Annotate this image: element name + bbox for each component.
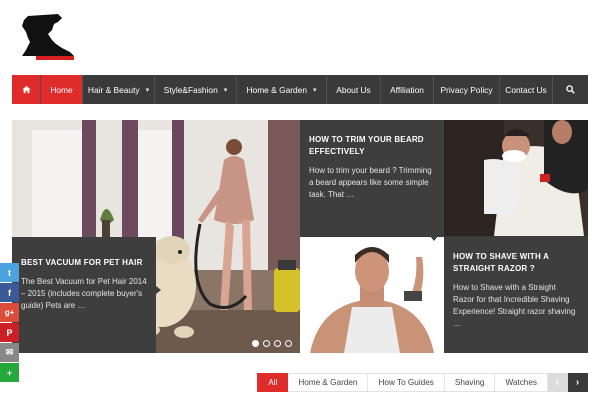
post-card-best-vacuum[interactable]: BEST VACUUM FOR PET HAIR The Best Vacuum…	[12, 237, 156, 353]
post-excerpt: The Best Vacuum for Pet Hair 2014 – 2015…	[21, 277, 147, 310]
filter-tab-home-garden[interactable]: Home & Garden	[288, 373, 369, 392]
email-share-button[interactable]: ✉	[0, 343, 19, 362]
filter-tab-how-to-guides[interactable]: How To Guides	[368, 373, 445, 392]
nav-item-home-garden[interactable]: Home & Garden ▾	[237, 75, 327, 104]
slider-dot[interactable]	[263, 340, 270, 347]
trimmer-post-image[interactable]	[300, 237, 444, 353]
search-button[interactable]	[553, 75, 588, 104]
social-share-bar: t f g+ P ✉ +	[0, 263, 19, 383]
nav-item-about-us[interactable]: About Us	[327, 75, 381, 104]
nav-item-hair-beauty[interactable]: Hair & Beauty ▾	[83, 75, 155, 104]
featured-slider: HOW TO TRIM YOUR BEARD EFFECTIVELY How t…	[12, 120, 588, 353]
nav-item-label: About Us	[336, 84, 371, 95]
nav-item-label: Contact Us	[505, 84, 547, 95]
filter-tab-all[interactable]: All	[257, 373, 289, 392]
nav-item-label: Home	[50, 84, 73, 95]
chevron-left-icon: ‹	[555, 377, 560, 388]
email-icon: ✉	[5, 347, 14, 357]
category-filter-tabs: All Home & Garden How To Guides Shaving …	[257, 373, 588, 392]
post-excerpt: How to trim your beard ? Trimming a bear…	[309, 166, 432, 199]
chevron-down-icon: ▾	[145, 86, 150, 94]
twitter-share-button[interactable]: t	[0, 263, 19, 282]
main-navigation: Home Hair & Beauty ▾ Style&Fashion ▾ Home …	[12, 75, 588, 104]
nav-item-contact-us[interactable]: Contact Us	[500, 75, 553, 104]
post-title[interactable]: HOW TO SHAVE WITH A STRAIGHT RAZOR ?	[453, 251, 579, 275]
facebook-share-button[interactable]: f	[0, 283, 19, 302]
googleplus-share-button[interactable]: g+	[0, 303, 19, 322]
twitter-icon: t	[8, 267, 11, 278]
chevron-down-icon: ▾	[313, 86, 317, 94]
house-icon	[21, 85, 31, 94]
post-card-trim-beard[interactable]: HOW TO TRIM YOUR BEARD EFFECTIVELY How t…	[300, 120, 444, 236]
pinterest-icon: P	[6, 327, 13, 338]
next-page-button[interactable]: ›	[568, 373, 588, 392]
chevron-right-icon: ›	[575, 377, 580, 388]
nav-item-privacy-policy[interactable]: Privacy Policy	[434, 75, 500, 104]
card-pointer	[430, 236, 438, 241]
nav-item-label: Affiliation	[390, 84, 424, 95]
site-logo[interactable]	[18, 12, 80, 64]
nav-item-home[interactable]: Home	[41, 75, 83, 104]
search-icon	[566, 85, 575, 94]
facebook-icon: f	[8, 287, 11, 298]
chevron-down-icon: ▾	[223, 86, 228, 94]
filter-tab-watches[interactable]: Watches	[495, 373, 548, 392]
barber-post-image[interactable]	[444, 120, 588, 236]
more-icon: +	[6, 367, 13, 378]
slider-dot[interactable]	[252, 340, 259, 347]
nav-item-label: Style&Fashion	[163, 84, 218, 95]
slider-pagination	[252, 340, 292, 347]
post-excerpt: How to Shave with a Straight Razor for t…	[453, 283, 576, 328]
post-title[interactable]: HOW TO TRIM YOUR BEARD EFFECTIVELY	[309, 134, 435, 158]
nav-home-icon[interactable]	[12, 75, 41, 104]
googleplus-icon: g+	[4, 308, 15, 317]
more-share-button[interactable]: +	[0, 363, 19, 382]
post-card-straight-razor[interactable]: HOW TO SHAVE WITH A STRAIGHT RAZOR ? How…	[444, 237, 588, 353]
filter-tab-shaving[interactable]: Shaving	[444, 373, 496, 392]
slider-dot[interactable]	[285, 340, 292, 347]
nav-item-label: Privacy Policy	[440, 84, 493, 95]
post-title[interactable]: BEST VACUUM FOR PET HAIR	[21, 257, 147, 269]
nav-item-affiliation[interactable]: Affiliation	[381, 75, 434, 104]
nav-item-label: Hair & Beauty	[87, 84, 140, 95]
nav-item-label: Home & Garden	[246, 84, 307, 95]
prev-page-button[interactable]: ‹	[548, 373, 568, 392]
pinterest-share-button[interactable]: P	[0, 323, 19, 342]
slider-dot[interactable]	[274, 340, 281, 347]
card-pointer	[156, 286, 161, 294]
nav-item-style-fashion[interactable]: Style&Fashion ▾	[155, 75, 237, 104]
